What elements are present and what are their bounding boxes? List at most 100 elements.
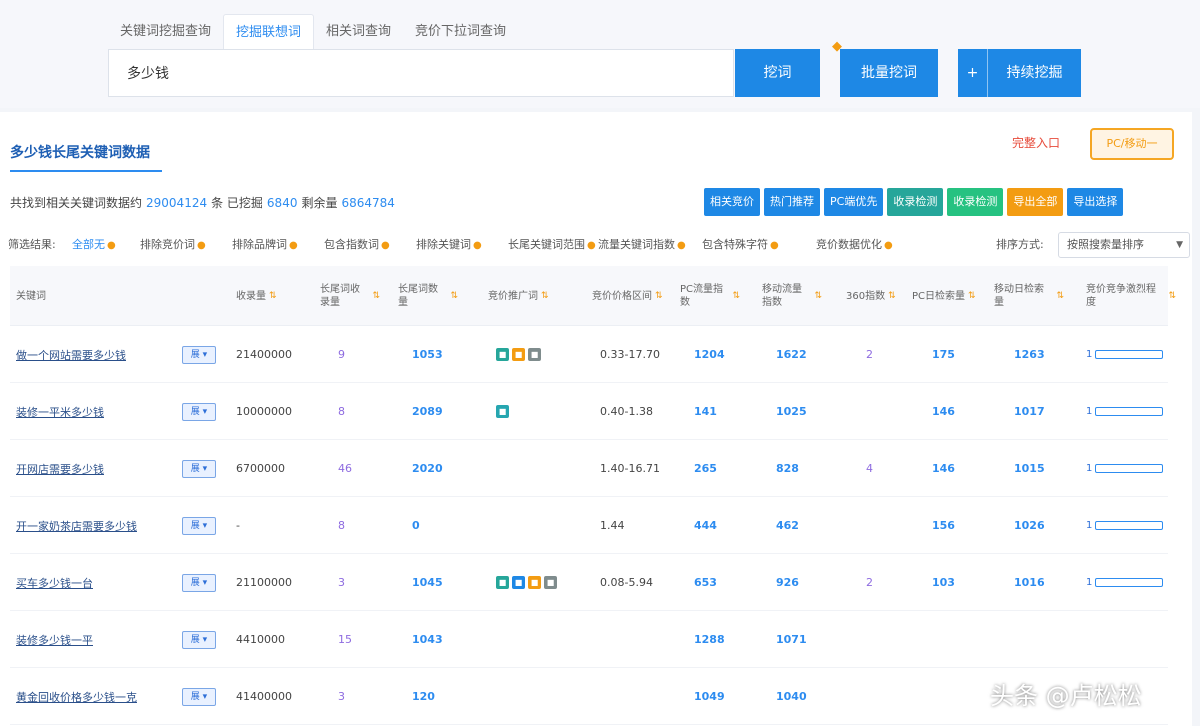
pc-daily-cell: 146 — [932, 440, 955, 497]
long-num-cell-value[interactable]: 0 — [412, 519, 420, 532]
column-header-11[interactable]: 竞价竞争激烈程度 ⇅ — [1086, 266, 1176, 326]
mobile-daily-cell: 1026 — [1014, 497, 1045, 554]
action-button-6[interactable]: 导出选择 — [1067, 188, 1124, 216]
tab-related-words[interactable]: 相关词查询 — [314, 14, 403, 50]
search-input[interactable] — [109, 50, 733, 96]
competition-track — [1095, 464, 1164, 473]
display-tag[interactable]: 展 ▾ — [182, 459, 216, 478]
keyword-cell-value[interactable]: 装修一平米多少钱 — [16, 404, 104, 420]
display-tag[interactable]: 展 ▾ — [182, 573, 216, 592]
mobile-index-cell-value: 1025 — [776, 405, 807, 418]
keyword-cell-value[interactable]: 装修多少钱一平 — [16, 632, 93, 648]
column-header-10[interactable]: 移动日检索量 ⇅ — [994, 266, 1064, 326]
column-header-8[interactable]: 360指数 ⇅ — [846, 266, 906, 326]
column-header-0[interactable]: 关键词 — [16, 266, 216, 326]
filter-item-4[interactable]: 包含指数词 ● — [324, 236, 390, 252]
action-button-2[interactable]: PC端优先 — [824, 188, 884, 216]
price-cell: 0.33-17.70 — [600, 326, 660, 383]
tab-association-words[interactable]: 挖掘联想词 — [223, 14, 315, 50]
column-header-label: 收录量 — [236, 290, 266, 302]
long-num-cell-value[interactable]: 1053 — [412, 348, 443, 361]
continuous-mining-button[interactable]: + 持续挖掘 — [958, 49, 1081, 97]
tag-cell: 展 ▾ — [182, 326, 216, 383]
result-summary: 共找到相关关键词数据约 29004124 条 已挖掘 6840 剩余量 6864784 — [10, 194, 399, 211]
long-count-cell: 9 — [338, 326, 345, 383]
summary-mined: 6840 — [266, 196, 298, 210]
long-num-cell-value[interactable]: 2020 — [412, 462, 443, 475]
display-tag[interactable]: 展 ▾ — [182, 516, 216, 535]
keyword-cell-value[interactable]: 做一个网站需要多少钱 — [16, 347, 126, 363]
column-header-5[interactable]: 竞价价格区间 ⇅ — [592, 266, 672, 326]
filter-label: 排除竞价词 — [140, 238, 195, 251]
pc-index-cell-value: 653 — [694, 576, 717, 589]
keyword-cell-value[interactable]: 买车多少钱一台 — [16, 575, 93, 591]
filter-item-2[interactable]: 排除竞价词 ● — [140, 236, 206, 252]
price-cell-value: 0.33-17.70 — [600, 348, 660, 361]
action-button-3[interactable]: 收录检测 — [887, 188, 944, 216]
index360-cell-value: 4 — [866, 462, 873, 475]
display-tag[interactable]: 展 ▾ — [182, 687, 216, 706]
tab-bidding-dropdown[interactable]: 竞价下拉词查询 — [403, 14, 518, 50]
column-header-2[interactable]: 长尾词收录量 ⇅ — [320, 266, 380, 326]
help-icon: ● — [107, 240, 116, 251]
index360-cell-value: 2 — [866, 576, 873, 589]
column-header-label: 关键词 — [16, 290, 46, 302]
pc-index-cell-value: 444 — [694, 519, 717, 532]
filter-item-5[interactable]: 排除关键词 ● — [416, 236, 482, 252]
column-header-9[interactable]: PC日检索量 ⇅ — [912, 266, 982, 326]
column-header-7[interactable]: 移动流量指数 ⇅ — [762, 266, 822, 326]
display-tag[interactable]: 展 ▾ — [182, 345, 216, 364]
price-cell-value: 1.44 — [600, 519, 625, 532]
long-count-cell: 8 — [338, 497, 345, 554]
tag-cell: 展 ▾ — [182, 497, 216, 554]
pc-mobile-toggle-button[interactable]: PC/移动一 — [1090, 128, 1174, 160]
action-button-1[interactable]: 热门推荐 — [764, 188, 820, 216]
sort-select[interactable]: 按照搜索量排序 ▼ — [1058, 232, 1190, 258]
column-header-4[interactable]: 竞价推广词 ⇅ — [488, 266, 568, 326]
mobile-daily-cell: 1017 — [1014, 383, 1045, 440]
summary-prefix: 共找到相关关键词数据约 — [10, 196, 143, 210]
long-num-cell-value[interactable]: 2089 — [412, 405, 443, 418]
column-header-3[interactable]: 长尾词数量 ⇅ — [398, 266, 458, 326]
pc-daily-cell-value: 175 — [932, 348, 955, 361]
display-tag[interactable]: 展 ▾ — [182, 402, 216, 421]
column-header-label: PC流量指数 — [680, 284, 724, 308]
summary-mid1: 条 已挖掘 — [211, 196, 263, 210]
keyword-cell-value[interactable]: 黄金回收价格多少钱一克 — [16, 689, 137, 705]
tag-cell: 展 ▾ — [182, 668, 216, 725]
long-num-cell-value[interactable]: 1043 — [412, 633, 443, 646]
long-count-cell-value: 8 — [338, 519, 345, 532]
column-header-6[interactable]: PC流量指数 ⇅ — [680, 266, 740, 326]
sort-icon: ⇅ — [655, 290, 663, 301]
search-button[interactable]: 挖词 — [735, 49, 820, 97]
filter-item-3[interactable]: 排除品牌词 ● — [232, 236, 298, 252]
keyword-cell: 做一个网站需要多少钱 — [16, 326, 126, 383]
display-tag[interactable]: 展 ▾ — [182, 630, 216, 649]
batch-search-button[interactable]: 批量挖词 — [840, 49, 938, 97]
keyword-cell-value[interactable]: 开一家奶茶店需要多少钱 — [16, 518, 137, 534]
filter-item-7[interactable]: 流量关键词指数 ● — [598, 236, 686, 252]
filter-label: 全部无 — [72, 238, 105, 251]
long-num-cell-value[interactable]: 120 — [412, 690, 435, 703]
column-header-1[interactable]: 收录量 ⇅ — [236, 266, 316, 326]
action-button-0[interactable]: 相关竞价 — [704, 188, 760, 216]
tab-keyword-mining[interactable]: 关键词挖掘查询 — [108, 14, 223, 50]
complete-entry-link[interactable]: 完整入口 — [1012, 134, 1060, 151]
action-button-5[interactable]: 导出全部 — [1007, 188, 1064, 216]
filter-label: 排除品牌词 — [232, 238, 287, 251]
included-cell-value: 6700000 — [236, 462, 285, 475]
mobile-daily-cell-value: 1017 — [1014, 405, 1045, 418]
column-header-label: 移动流量指数 — [762, 284, 802, 308]
help-icon: ● — [587, 240, 596, 251]
action-button-4[interactable]: 收录检测 — [947, 188, 1004, 216]
filter-label: 包含指数词 — [324, 238, 379, 251]
filter-item-8[interactable]: 包含特殊字符 ● — [702, 236, 779, 252]
filter-item-6[interactable]: 长尾关键词范围 ● — [508, 236, 596, 252]
mobile-index-cell-value: 1071 — [776, 633, 807, 646]
column-header-label: PC日检索量 — [912, 290, 966, 302]
keyword-cell-value[interactable]: 开网店需要多少钱 — [16, 461, 104, 477]
table-row: 装修多少钱一平 展 ▾ 4410000 15 1043 1288 1071 — [10, 611, 1168, 668]
filter-item-9[interactable]: 竞价数据优化 ● — [816, 236, 893, 252]
filter-item-1[interactable]: 全部无 ● — [72, 236, 116, 252]
long-num-cell-value[interactable]: 1045 — [412, 576, 443, 589]
